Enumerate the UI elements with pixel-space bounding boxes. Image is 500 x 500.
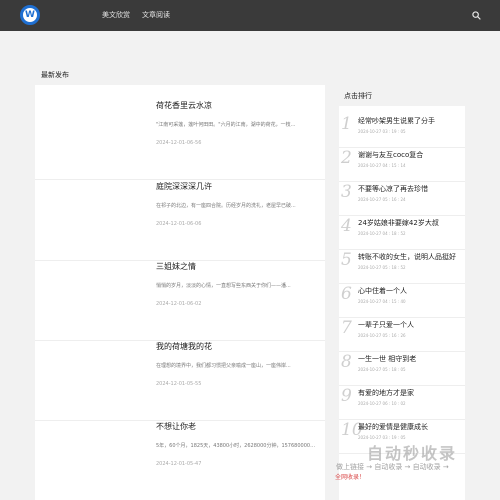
rank-number: 1 <box>341 114 352 134</box>
article-title[interactable]: 不想让你老 <box>156 421 196 432</box>
article-title[interactable]: 我的荷塘我的花 <box>156 341 212 352</box>
article-excerpt: 在祁子的北边，有一座四合院。历经岁月的洗礼，老屋早已破... <box>156 203 296 209</box>
article-thumbnail[interactable] <box>35 341 145 411</box>
logo-letter: W <box>25 9 35 20</box>
rank-number: 4 <box>341 216 352 236</box>
rank-date: 2024-10-27 05 : 18 : 05 <box>358 367 406 372</box>
rank-date: 2024-10-27 05 : 16 : 24 <box>358 197 406 202</box>
rank-title[interactable]: 24岁姑娘非要嫁42岁大叔 <box>358 218 439 228</box>
ranking-item[interactable]: 2 谢谢与友互coco复合 2024-10-27 04 : 15 : 14 <box>339 148 465 182</box>
rank-number: 5 <box>341 250 352 270</box>
ranking-item[interactable]: 1 经常吵架男生说累了分手 2024-10-27 03 : 19 : 05 <box>339 114 465 148</box>
rank-date: 2024-10-27 04 : 15 : 40 <box>358 299 406 304</box>
article-thumbnail[interactable] <box>35 261 145 331</box>
article-title[interactable]: 荷花香里云水凉 <box>156 100 212 111</box>
rank-date: 2024-10-27 06 : 10 : 02 <box>358 401 406 406</box>
rank-title[interactable]: 经常吵架男生说累了分手 <box>358 116 435 126</box>
article-title[interactable]: 庭院深深深几许 <box>156 181 212 192</box>
article-title[interactable]: 三姐妹之情 <box>156 261 196 272</box>
latest-posts-header: 最新发布 <box>35 63 325 85</box>
article-thumbnail[interactable] <box>35 421 145 491</box>
top-navbar: W 美文欣赏 文章阅读 <box>0 0 500 31</box>
article-item[interactable]: 三姐妹之情 悄悄的岁月，淡淡的心情，一直想写些东西关于你们——潘... 2024… <box>35 261 325 341</box>
ranking-title: 点击排行 <box>344 92 372 100</box>
rank-date: 2024-10-27 05 : 18 : 52 <box>358 265 406 270</box>
rank-title[interactable]: 最好的爱情是健康成长 <box>358 422 428 432</box>
ranking-item[interactable]: 8 一生一世 相守到老 2024-10-27 05 : 18 : 05 <box>339 352 465 386</box>
rank-date: 2024-10-27 03 : 19 : 05 <box>358 129 406 134</box>
article-date: 2024-12-01-06-56 <box>156 140 202 146</box>
rank-number: 9 <box>341 386 352 406</box>
rank-number: 6 <box>341 284 352 304</box>
site-logo[interactable]: W <box>20 5 40 25</box>
rank-number: 3 <box>341 182 352 202</box>
rank-number: 2 <box>341 148 352 168</box>
article-thumbnail[interactable] <box>35 100 145 170</box>
article-date: 2024-12-01-06-06 <box>156 221 202 227</box>
ranking-item[interactable]: 5 转账不收的女生，说明人品挺好 2024-10-27 05 : 18 : 52 <box>339 250 465 284</box>
rank-title[interactable]: 心中住着一个人 <box>358 286 407 296</box>
ranking-header: 点击排行 <box>339 82 465 106</box>
article-date: 2024-12-01-06-02 <box>156 301 202 307</box>
rank-date: 2024-10-27 04 : 18 : 52 <box>358 231 406 236</box>
article-excerpt: 在理想的境界中，我们都习惯把父亲喻成一座山，一座伟岸... <box>156 363 291 369</box>
rank-title[interactable]: 不要等心凉了再去珍惜 <box>358 184 428 194</box>
rank-date: 2024-10-27 05 : 16 : 26 <box>358 333 406 338</box>
rank-date: 2024-10-27 04 : 15 : 14 <box>358 163 406 168</box>
article-excerpt: "江南可采莲，莲叶何田田。"六月的江南，湖中的荷花，一枝... <box>156 122 296 128</box>
ranking-item[interactable]: 3 不要等心凉了再去珍惜 2024-10-27 05 : 16 : 24 <box>339 182 465 216</box>
ranking-item[interactable]: 7 一辈子只爱一个人 2024-10-27 05 : 16 : 26 <box>339 318 465 352</box>
article-date: 2024-12-01-05-47 <box>156 461 202 467</box>
nav-link-wenzhang[interactable]: 文章阅读 <box>142 10 170 20</box>
ranking-item[interactable]: 4 24岁姑娘非要嫁42岁大叔 2024-10-27 04 : 18 : 52 <box>339 216 465 250</box>
ranking-item[interactable]: 9 有爱的地方才是家 2024-10-27 06 : 10 : 02 <box>339 386 465 420</box>
article-thumbnail[interactable] <box>35 181 145 251</box>
watermark-subtitle: 做上链接 → 自动收录 → 自动收录 → <box>336 463 449 471</box>
watermark-title: 自动秒收录 <box>367 444 458 463</box>
nav-link-meiwen[interactable]: 美文欣赏 <box>102 10 130 20</box>
latest-posts-title: 最新发布 <box>41 71 69 79</box>
article-item[interactable]: 不想让你老 5年，60个月，1825天，43800小时，2628000分钟，15… <box>35 421 325 500</box>
watermark-red-text: 全网收录！ <box>335 474 366 481</box>
article-date: 2024-12-01-05-55 <box>156 381 202 387</box>
watermark-overlay: 自动秒收录 做上链接 → 自动收录 → 自动收录 → 全网收录！ <box>335 438 485 498</box>
main-nav: 美文欣赏 文章阅读 <box>102 10 170 20</box>
rank-title[interactable]: 一辈子只爱一个人 <box>358 320 414 330</box>
rank-title[interactable]: 有爱的地方才是家 <box>358 388 414 398</box>
rank-number: 8 <box>341 352 352 372</box>
article-excerpt: 悄悄的岁月，淡淡的心情，一直想写些东西关于你们——潘... <box>156 283 291 289</box>
article-item[interactable]: 荷花香里云水凉 "江南可采莲，莲叶何田田。"六月的江南，湖中的荷花，一枝... … <box>35 100 325 180</box>
latest-posts-panel: 最新发布 荷花香里云水凉 "江南可采莲，莲叶何田田。"六月的江南，湖中的荷花，一… <box>35 63 325 500</box>
search-icon[interactable] <box>472 11 481 20</box>
article-item[interactable]: 庭院深深深几许 在祁子的北边，有一座四合院。历经岁月的洗礼，老屋早已破... 2… <box>35 181 325 261</box>
rank-title[interactable]: 谢谢与友互coco复合 <box>358 150 423 160</box>
ranking-item[interactable]: 6 心中住着一个人 2024-10-27 04 : 15 : 40 <box>339 284 465 318</box>
rank-title[interactable]: 转账不收的女生，说明人品挺好 <box>358 252 456 262</box>
rank-title[interactable]: 一生一世 相守到老 <box>358 354 416 364</box>
rank-number: 7 <box>341 318 352 338</box>
article-item[interactable]: 我的荷塘我的花 在理想的境界中，我们都习惯把父亲喻成一座山，一座伟岸... 20… <box>35 341 325 421</box>
article-excerpt: 5年，60个月，1825天，43800小时，2628000分钟，15768000… <box>156 443 316 449</box>
